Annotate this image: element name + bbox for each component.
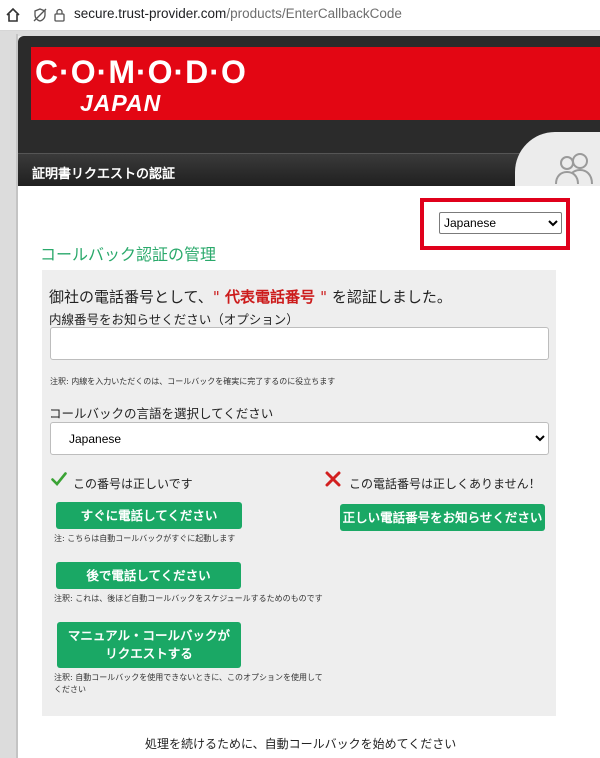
manual-callback-note: 注釈: 自動コールバックを使用できないときに、このオプションを使用してください [54, 673, 323, 694]
url-path: /products/EnterCallbackCode [226, 6, 402, 21]
verified-suffix: を認証しました。 [327, 288, 452, 306]
call-later-note: 注釈: これは、後ほど自動コールバックをスケジュールするためのものです [54, 594, 323, 603]
manual-callback-button[interactable]: マニュアル・コールバックがリクエストする [57, 622, 241, 668]
provide-correct-number-button[interactable]: 正しい電話番号をお知らせください [340, 504, 545, 531]
users-icon [555, 153, 593, 185]
section-title: 証明書リクエストの認証 [32, 167, 176, 182]
incorrect-number-label: この電話番号は正しくありません！ [349, 477, 541, 491]
not-secure-icon[interactable] [33, 8, 47, 22]
footer-instruction: 処理を続けるために、自動コールバックを始めてください [145, 737, 457, 751]
check-icon [51, 472, 67, 486]
verified-phone-type: 代表電話番号 [219, 288, 321, 306]
browser-address-bar: secure.trust-provider.com/products/Enter… [0, 0, 600, 31]
page-title: コールバック認証の管理 [40, 245, 217, 264]
logo-wordmark: C·O·M·O·D·O [35, 54, 247, 90]
call-now-button[interactable]: すぐに電話してください [56, 502, 242, 529]
call-later-button[interactable]: 後で電話してください [56, 562, 241, 589]
verified-prefix: 御社の電話番号として、 [49, 288, 213, 306]
logo-subtitle: JAPAN [80, 90, 162, 116]
callback-language-select[interactable]: Japanese [50, 422, 549, 455]
url-host: secure.trust-provider.com [74, 6, 227, 21]
extension-note: 注釈: 内線を入力いただくのは、コールバックを確実に完了するのに役立ちます [50, 377, 336, 386]
url-text[interactable]: secure.trust-provider.com/products/Enter… [74, 6, 402, 21]
extension-input[interactable] [50, 327, 549, 360]
x-icon [325, 471, 341, 487]
callback-language-label: コールバックの言語を選択してください [49, 406, 274, 421]
correct-number-label: この番号は正しいです [73, 477, 193, 491]
quote-open: " [212, 288, 220, 306]
extension-label: 内線番号をお知らせください（オプション） [49, 312, 299, 327]
verified-message: 御社の電話番号として、" 代表電話番号 " を認証しました。 [49, 286, 452, 307]
lock-icon[interactable] [54, 8, 65, 22]
language-select[interactable]: Japanese [439, 212, 562, 234]
call-now-note: 注: こちらは自動コールバックがすぐに起動します [54, 534, 236, 543]
home-icon[interactable] [5, 7, 21, 23]
